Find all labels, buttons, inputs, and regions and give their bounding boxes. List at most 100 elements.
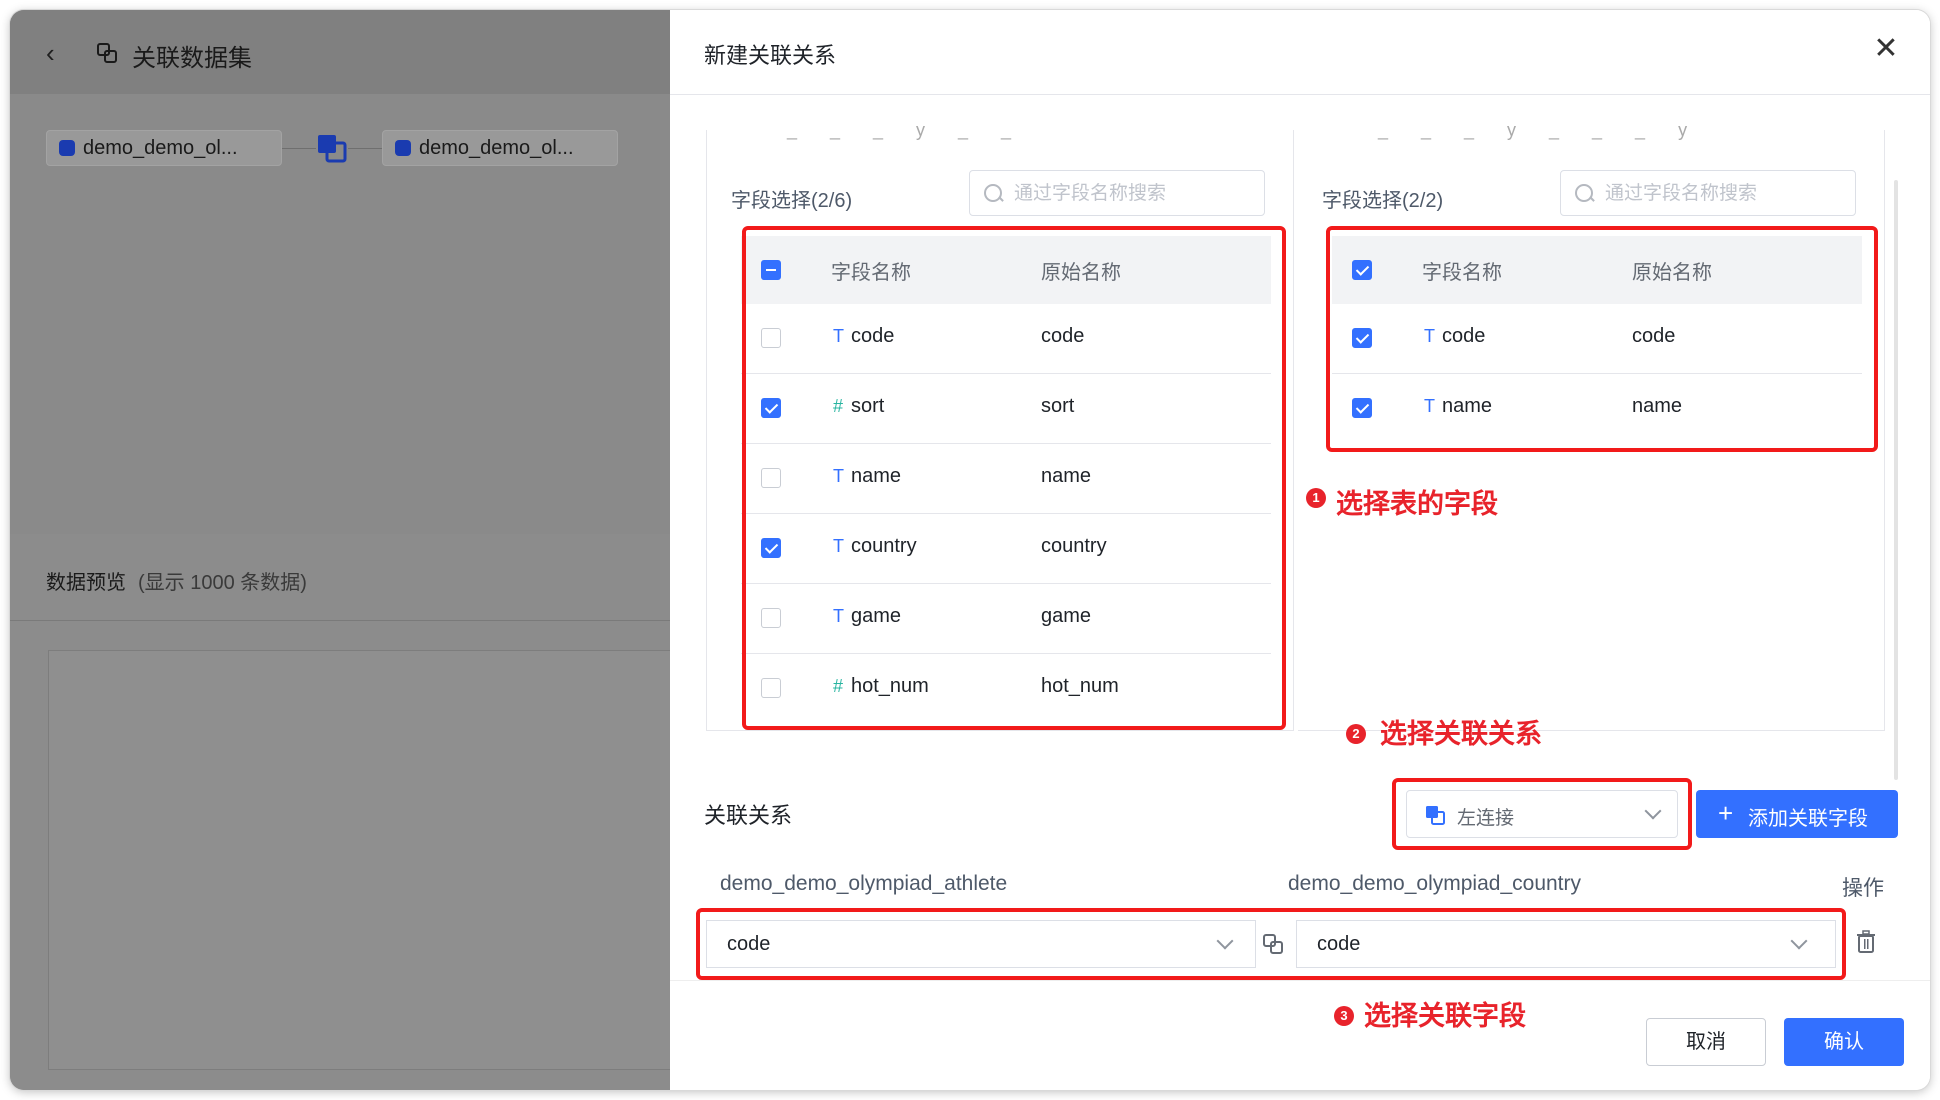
- field-search-box[interactable]: [1560, 170, 1856, 216]
- original-name: code: [1041, 325, 1085, 347]
- original-name: name: [1041, 465, 1092, 487]
- original-name: sort: [1041, 395, 1075, 417]
- column-header-original: 原始名称: [1041, 262, 1121, 284]
- table-row[interactable]: T code code: [1332, 304, 1862, 374]
- right-field-panel: _ _ _ y _ _ _ y 字段选择(2/2) 字段名称 原始名称 T co…: [1298, 120, 1885, 731]
- delete-icon[interactable]: [1856, 930, 1876, 954]
- dataset-node-right[interactable]: demo_demo_ol...: [382, 130, 618, 166]
- field-name: name: [851, 465, 902, 487]
- original-name: country: [1041, 535, 1107, 557]
- row-checkbox[interactable]: [761, 328, 781, 348]
- text-type-icon: T: [1424, 326, 1435, 346]
- divider: [10, 620, 670, 621]
- background-page: ‹ 关联数据集 demo_demo_ol... demo_demo_ol... …: [10, 10, 670, 1090]
- dataset-node-left[interactable]: demo_demo_ol...: [46, 130, 282, 166]
- field-table: 字段名称 原始名称 T code code # sort sort T name…: [741, 236, 1271, 723]
- text-type-icon: T: [833, 326, 844, 346]
- left-table-name-clipped: _ _ _ y _ _: [787, 120, 1026, 140]
- select-all-checkbox[interactable]: [761, 260, 781, 280]
- field-name: hot_num: [851, 675, 929, 697]
- row-checkbox[interactable]: [761, 468, 781, 488]
- confirm-button[interactable]: 确认: [1784, 1018, 1904, 1066]
- annotation-text-2: 选择关联关系: [1380, 719, 1542, 749]
- table-row[interactable]: # sort sort: [741, 374, 1271, 444]
- field-table: 字段名称 原始名称 T code code T name name: [1332, 236, 1862, 443]
- annotation-badge-1: 1: [1306, 488, 1326, 508]
- annotation-text-1: 选择表的字段: [1336, 489, 1498, 519]
- search-icon: [984, 184, 1002, 202]
- row-checkbox[interactable]: [761, 538, 781, 558]
- close-icon[interactable]: ✕: [1870, 34, 1902, 66]
- text-type-icon: T: [833, 536, 844, 556]
- annotation-badge-2: 2: [1346, 724, 1366, 744]
- back-icon[interactable]: ‹: [46, 38, 55, 69]
- field-name: country: [851, 535, 917, 557]
- left-join-field-value: code: [727, 933, 771, 955]
- left-table-column-header: demo_demo_olympiad_athlete: [720, 872, 1008, 895]
- database-icon: [59, 140, 75, 156]
- original-name: hot_num: [1041, 675, 1119, 697]
- join-node-icon[interactable]: [316, 132, 348, 164]
- column-header-name: 字段名称: [1422, 262, 1502, 284]
- number-type-icon: #: [833, 676, 844, 696]
- chevron-down-icon: [1216, 932, 1234, 950]
- search-input[interactable]: [1012, 179, 1256, 209]
- right-table-name-clipped: _ _ _ y _ _ _ y: [1378, 120, 1702, 140]
- table-row[interactable]: T code code: [741, 304, 1271, 374]
- right-join-field-value: code: [1317, 933, 1361, 955]
- select-all-checkbox[interactable]: [1352, 260, 1372, 280]
- dataset-node-label: demo_demo_ol...: [419, 137, 574, 159]
- text-type-icon: T: [1424, 396, 1435, 416]
- row-checkbox[interactable]: [1352, 398, 1372, 418]
- scrollbar[interactable]: [1894, 180, 1898, 780]
- left-join-field-select[interactable]: code: [706, 920, 1256, 968]
- row-checkbox[interactable]: [1352, 328, 1372, 348]
- number-type-icon: #: [833, 396, 844, 416]
- row-checkbox[interactable]: [761, 678, 781, 698]
- join-type-value: 左连接: [1457, 808, 1515, 829]
- plus-icon: +: [1718, 798, 1734, 828]
- data-preview-area: [48, 650, 670, 1070]
- field-selection-label: 字段选择(2/2): [1322, 190, 1444, 212]
- field-name: name: [1442, 395, 1493, 417]
- app-window: ‹ 关联数据集 demo_demo_ol... demo_demo_ol... …: [10, 10, 1930, 1090]
- table-row[interactable]: T name name: [1332, 374, 1862, 443]
- drawer-header: 新建关联关系 ✕: [670, 10, 1930, 95]
- new-relation-drawer: 新建关联关系 ✕ _ _ _ y _ _ 字段选择(2/6) 字段名称 原始名称…: [670, 10, 1930, 1090]
- operation-column-header: 操作: [1842, 877, 1884, 900]
- original-name: name: [1632, 395, 1683, 417]
- field-selection-label: 字段选择(2/6): [731, 190, 853, 212]
- field-name: game: [851, 605, 902, 627]
- drawer-title: 新建关联关系: [704, 43, 837, 68]
- field-search-box[interactable]: [969, 170, 1265, 216]
- relation-section-title: 关联关系: [704, 803, 793, 828]
- dataset-link-icon: [97, 43, 117, 63]
- search-input[interactable]: [1603, 179, 1847, 209]
- row-checkbox[interactable]: [761, 398, 781, 418]
- right-join-field-select[interactable]: code: [1296, 920, 1836, 968]
- preview-title-text: 数据预览: [46, 572, 126, 594]
- field-name: sort: [851, 395, 885, 417]
- add-relation-field-button[interactable]: + 添加关联字段: [1696, 790, 1898, 838]
- annotation-text-3: 选择关联字段: [1364, 1001, 1526, 1031]
- column-header-name: 字段名称: [831, 262, 911, 284]
- field-name: code: [851, 325, 895, 347]
- cancel-button[interactable]: 取消: [1646, 1018, 1766, 1066]
- table-header: 字段名称 原始名称: [1332, 236, 1862, 304]
- left-field-panel: _ _ _ y _ _ 字段选择(2/6) 字段名称 原始名称 T code c…: [706, 120, 1294, 731]
- preview-subtitle: (显示 1000 条数据): [138, 572, 307, 594]
- row-checkbox[interactable]: [761, 608, 781, 628]
- connector-line: [282, 148, 316, 149]
- table-row[interactable]: T name name: [741, 444, 1271, 514]
- table-row[interactable]: T game game: [741, 584, 1271, 654]
- page-title: 关联数据集: [132, 45, 252, 72]
- table-row[interactable]: # hot_num hot_num: [741, 654, 1271, 723]
- field-name: code: [1442, 325, 1486, 347]
- footer-divider: [670, 980, 1930, 981]
- join-type-select[interactable]: 左连接: [1406, 790, 1678, 838]
- chevron-down-icon: [1790, 932, 1808, 950]
- original-name: code: [1632, 325, 1676, 347]
- database-icon: [395, 140, 411, 156]
- table-row[interactable]: T country country: [741, 514, 1271, 584]
- add-relation-field-label: 添加关联字段: [1748, 808, 1868, 830]
